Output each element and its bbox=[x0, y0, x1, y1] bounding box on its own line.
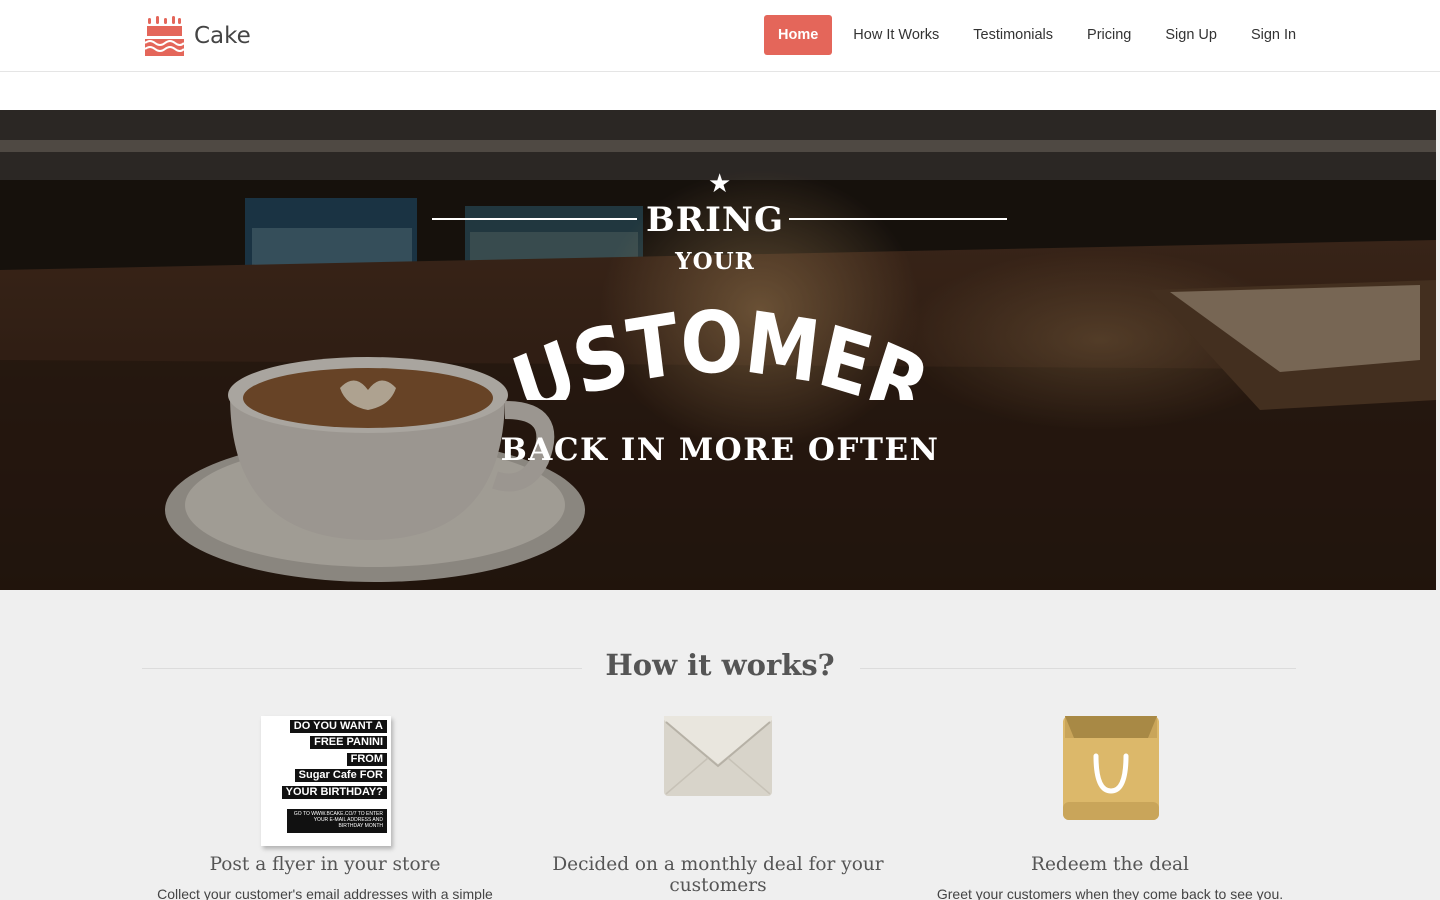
divider-line-left bbox=[432, 218, 637, 220]
nav-pricing[interactable]: Pricing bbox=[1070, 15, 1148, 55]
hero-line-your: YOUR bbox=[675, 248, 755, 275]
shopping-bag-icon bbox=[1063, 716, 1159, 820]
hero-headline: ★ BRING YOUR CUSTOMERS BACK IN MORE OFTE… bbox=[0, 110, 1436, 590]
brand-name: Cake bbox=[194, 23, 251, 49]
flyer-text: DO YOU WANT A bbox=[289, 720, 387, 733]
section-divider-left bbox=[142, 668, 582, 669]
how-it-works-section: How it works? DO YOU WANT A FREE PANINI … bbox=[0, 590, 1440, 900]
step-title: Decided on a monthly deal for your custo… bbox=[552, 854, 884, 896]
step-description: Collect your customer's email addresses … bbox=[157, 886, 493, 900]
hero-customers-text: CUSTOMERS bbox=[500, 280, 940, 400]
flyer-image: DO YOU WANT A FREE PANINI FROM Sugar Caf… bbox=[261, 716, 391, 846]
section-title: How it works? bbox=[605, 648, 835, 682]
main-nav: Home How It Works Testimonials Pricing S… bbox=[764, 15, 1313, 55]
flyer-text: FROM bbox=[346, 753, 387, 766]
hero-line-customers: CUSTOMERS bbox=[500, 280, 940, 400]
step-title: Redeem the deal bbox=[1031, 854, 1189, 875]
hero-banner: ★ BRING YOUR CUSTOMERS BACK IN MORE OFTE… bbox=[0, 110, 1436, 590]
nav-testimonials[interactable]: Testimonials bbox=[956, 15, 1070, 55]
step-title: Post a flyer in your store bbox=[209, 854, 441, 875]
brand-logo[interactable]: Cake bbox=[142, 14, 251, 58]
flyer-text: Sugar Cafe FOR bbox=[294, 769, 387, 782]
flyer-text: FREE PANINI bbox=[310, 736, 387, 749]
flyer-text: YOUR BIRTHDAY? bbox=[281, 786, 387, 799]
svg-text:CUSTOMERS: CUSTOMERS bbox=[500, 280, 939, 400]
nav-sign-up[interactable]: Sign Up bbox=[1148, 15, 1234, 55]
step-description: Greet your customers when they come back… bbox=[936, 886, 1284, 900]
star-icon: ★ bbox=[708, 168, 732, 198]
hero-line-bring: BRING bbox=[645, 200, 784, 240]
navbar-bar: Cake Home How It Works Testimonials Pric… bbox=[0, 0, 1440, 72]
section-divider-right bbox=[860, 668, 1296, 669]
flyer-small-text: GO TO WWW.BCAKE.CO/7 TO ENTER YOUR E-MAI… bbox=[287, 809, 387, 833]
cake-icon bbox=[144, 16, 185, 56]
nav-sign-in[interactable]: Sign In bbox=[1234, 15, 1313, 55]
divider-line-right bbox=[789, 218, 1007, 220]
nav-how-it-works[interactable]: How It Works bbox=[836, 15, 956, 55]
nav-home[interactable]: Home bbox=[764, 15, 833, 55]
navbar: Cake Home How It Works Testimonials Pric… bbox=[0, 0, 1440, 110]
hero-line-back-in-more-often: BACK IN MORE OFTEN bbox=[500, 432, 940, 468]
envelope-icon bbox=[664, 716, 772, 796]
